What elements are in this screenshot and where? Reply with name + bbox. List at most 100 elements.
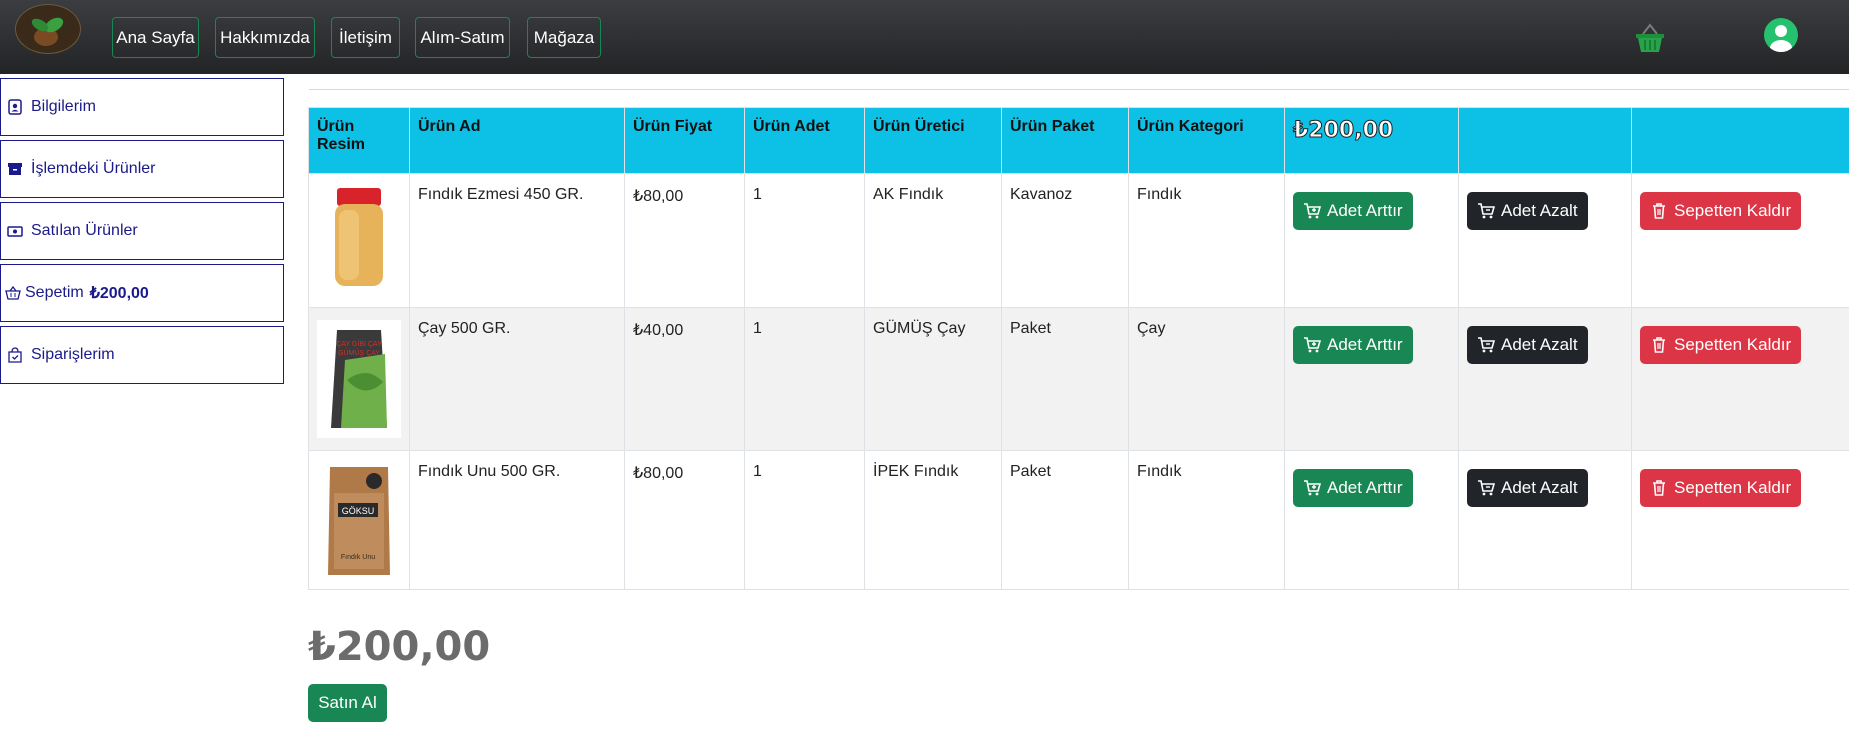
sidebar-item-pending[interactable]: İşlemdeki Ürünler — [0, 140, 284, 198]
sidebar-item-label: Sepetim — [25, 284, 84, 301]
button-label: Sepetten Kaldır — [1674, 335, 1792, 354]
remove-cell: Sepetten Kaldır — [1631, 307, 1849, 451]
header-total-value: ₺200,00 — [1292, 118, 1394, 144]
cart-dash-icon — [1478, 203, 1495, 219]
trash-icon — [1653, 337, 1665, 353]
remove-from-cart-button[interactable]: Sepetten Kaldır — [1640, 326, 1802, 364]
table-row: Fındık Ezmesi 450 GR. ₺80,00 1 AK Fındık… — [308, 173, 1849, 308]
header-qty: Ürün Adet — [744, 107, 865, 174]
cart-dash-icon — [1478, 337, 1495, 353]
table-row: ÇAY GİBİ ÇAY GÜMÜŞ ÇAY Çay 500 GR. ₺40,0… — [308, 307, 1849, 451]
decrease-cell: Adet Azalt — [1458, 173, 1632, 308]
cart-plus-icon — [1304, 203, 1321, 219]
product-price: ₺80,00 — [624, 173, 745, 308]
increase-qty-button[interactable]: Adet Arttır — [1293, 326, 1413, 364]
increase-cell: Adet Arttır — [1284, 450, 1459, 590]
table-header-row: Ürün Resim Ürün Ad Ürün Fiyat Ürün Adet … — [308, 107, 1849, 174]
product-category: Fındık — [1128, 173, 1285, 308]
remove-from-cart-button[interactable]: Sepetten Kaldır — [1640, 192, 1802, 230]
header-total: ₺200,00 — [1284, 107, 1459, 174]
increase-cell: Adet Arttır — [1284, 173, 1459, 308]
sidebar-item-label: Satılan Ürünler — [31, 222, 138, 239]
product-price: ₺80,00 — [624, 450, 745, 590]
remove-cell: Sepetten Kaldır — [1631, 450, 1849, 590]
person-badge-icon — [8, 99, 22, 115]
header-empty — [1458, 107, 1632, 174]
nav-link-shop[interactable]: Mağaza — [527, 17, 601, 58]
button-label: Adet Arttır — [1327, 335, 1403, 354]
decrease-qty-button[interactable]: Adet Azalt — [1467, 192, 1588, 230]
product-image-cell — [308, 173, 410, 308]
decrease-qty-button[interactable]: Adet Azalt — [1467, 326, 1588, 364]
product-price: ₺40,00 — [624, 307, 745, 451]
flour-package-text: Fındık Unu — [341, 554, 375, 561]
button-label: Adet Arttır — [1327, 478, 1403, 497]
increase-qty-button[interactable]: Adet Arttır — [1293, 469, 1413, 507]
button-label: Sepetten Kaldır — [1674, 201, 1792, 220]
header-price: Ürün Fiyat — [624, 107, 745, 174]
product-package: Paket — [1001, 307, 1129, 451]
product-image-tea: ÇAY GİBİ ÇAY GÜMÜŞ ÇAY — [317, 320, 401, 438]
header-empty — [1631, 107, 1849, 174]
sidebar-item-label: Bilgilerim — [31, 98, 96, 115]
trash-icon — [1653, 203, 1665, 219]
button-label: Adet Arttır — [1327, 201, 1403, 220]
tea-package-text: ÇAY GİBİ ÇAY — [336, 339, 382, 348]
product-qty: 1 — [744, 173, 865, 308]
logo[interactable] — [15, 4, 81, 54]
cart-plus-icon — [1304, 337, 1321, 353]
button-label: Sepetten Kaldır — [1674, 478, 1792, 497]
cart-total-badge: ₺200,00 — [89, 285, 149, 302]
product-image-cell: ÇAY GİBİ ÇAY GÜMÜŞ ÇAY — [308, 307, 410, 451]
decrease-qty-button[interactable]: Adet Azalt — [1467, 469, 1588, 507]
header-category: Ürün Kategori — [1128, 107, 1285, 174]
nav-link-contact[interactable]: İletişim — [331, 17, 400, 58]
divider — [309, 89, 1849, 90]
product-qty: 1 — [744, 450, 865, 590]
nav-link-about[interactable]: Hakkımızda — [215, 17, 315, 58]
sidebar-item-orders[interactable]: Siparişlerim — [0, 326, 284, 384]
sidebar-item-cart[interactable]: Sepetim ₺200,00 — [0, 264, 284, 322]
shopping-basket-icon[interactable] — [1634, 22, 1666, 54]
product-producer: GÜMÜŞ Çay — [864, 307, 1002, 451]
header-package: Ürün Paket — [1001, 107, 1129, 174]
product-image-hazelnut-flour: GÖKSU Fındık Unu — [328, 467, 390, 575]
flour-package-text: GÖKSU — [342, 506, 375, 516]
product-name: Fındık Unu 500 GR. — [409, 450, 625, 590]
header-image: Ürün Resim — [308, 107, 410, 174]
sidebar-item-info[interactable]: Bilgilerim — [0, 78, 284, 136]
product-image-hazelnut-spread — [335, 188, 383, 286]
cash-icon — [7, 226, 23, 237]
product-producer: İPEK Fındık — [864, 450, 1002, 590]
button-label: Adet Azalt — [1501, 201, 1578, 220]
buy-button[interactable]: Satın Al — [308, 684, 387, 722]
remove-cell: Sepetten Kaldır — [1631, 173, 1849, 308]
tea-package-text: GÜMÜŞ ÇAY — [338, 349, 380, 357]
top-navbar: Ana Sayfa Hakkımızda İletişim Alım-Satım… — [0, 0, 1849, 74]
decrease-cell: Adet Azalt — [1458, 307, 1632, 451]
nav-link-trade[interactable]: Alım-Satım — [415, 17, 510, 58]
button-label: Adet Azalt — [1501, 478, 1578, 497]
basket-icon — [5, 285, 21, 300]
sidebar-item-sold[interactable]: Satılan Ürünler — [0, 202, 284, 260]
product-package: Paket — [1001, 450, 1129, 590]
product-name: Fındık Ezmesi 450 GR. — [409, 173, 625, 308]
sidebar-item-label: Siparişlerim — [31, 346, 115, 363]
nav-link-home[interactable]: Ana Sayfa — [112, 17, 199, 58]
sidebar-item-label: İşlemdeki Ürünler — [31, 160, 156, 177]
increase-cell: Adet Arttır — [1284, 307, 1459, 451]
cart-table: Ürün Resim Ürün Ad Ürün Fiyat Ürün Adet … — [308, 107, 1849, 590]
product-qty: 1 — [744, 307, 865, 451]
header-producer: Ürün Üretici — [864, 107, 1002, 174]
header-name: Ürün Ad — [409, 107, 625, 174]
table-row: GÖKSU Fındık Unu Fındık Unu 500 GR. ₺80,… — [308, 450, 1849, 590]
trash-icon — [1653, 480, 1665, 496]
remove-from-cart-button[interactable]: Sepetten Kaldır — [1640, 469, 1802, 507]
product-producer: AK Fındık — [864, 173, 1002, 308]
user-avatar-icon[interactable] — [1764, 18, 1798, 52]
cart-plus-icon — [1304, 480, 1321, 496]
increase-qty-button[interactable]: Adet Arttır — [1293, 192, 1413, 230]
cart-dash-icon — [1478, 480, 1495, 496]
button-label: Adet Azalt — [1501, 335, 1578, 354]
product-category: Çay — [1128, 307, 1285, 451]
